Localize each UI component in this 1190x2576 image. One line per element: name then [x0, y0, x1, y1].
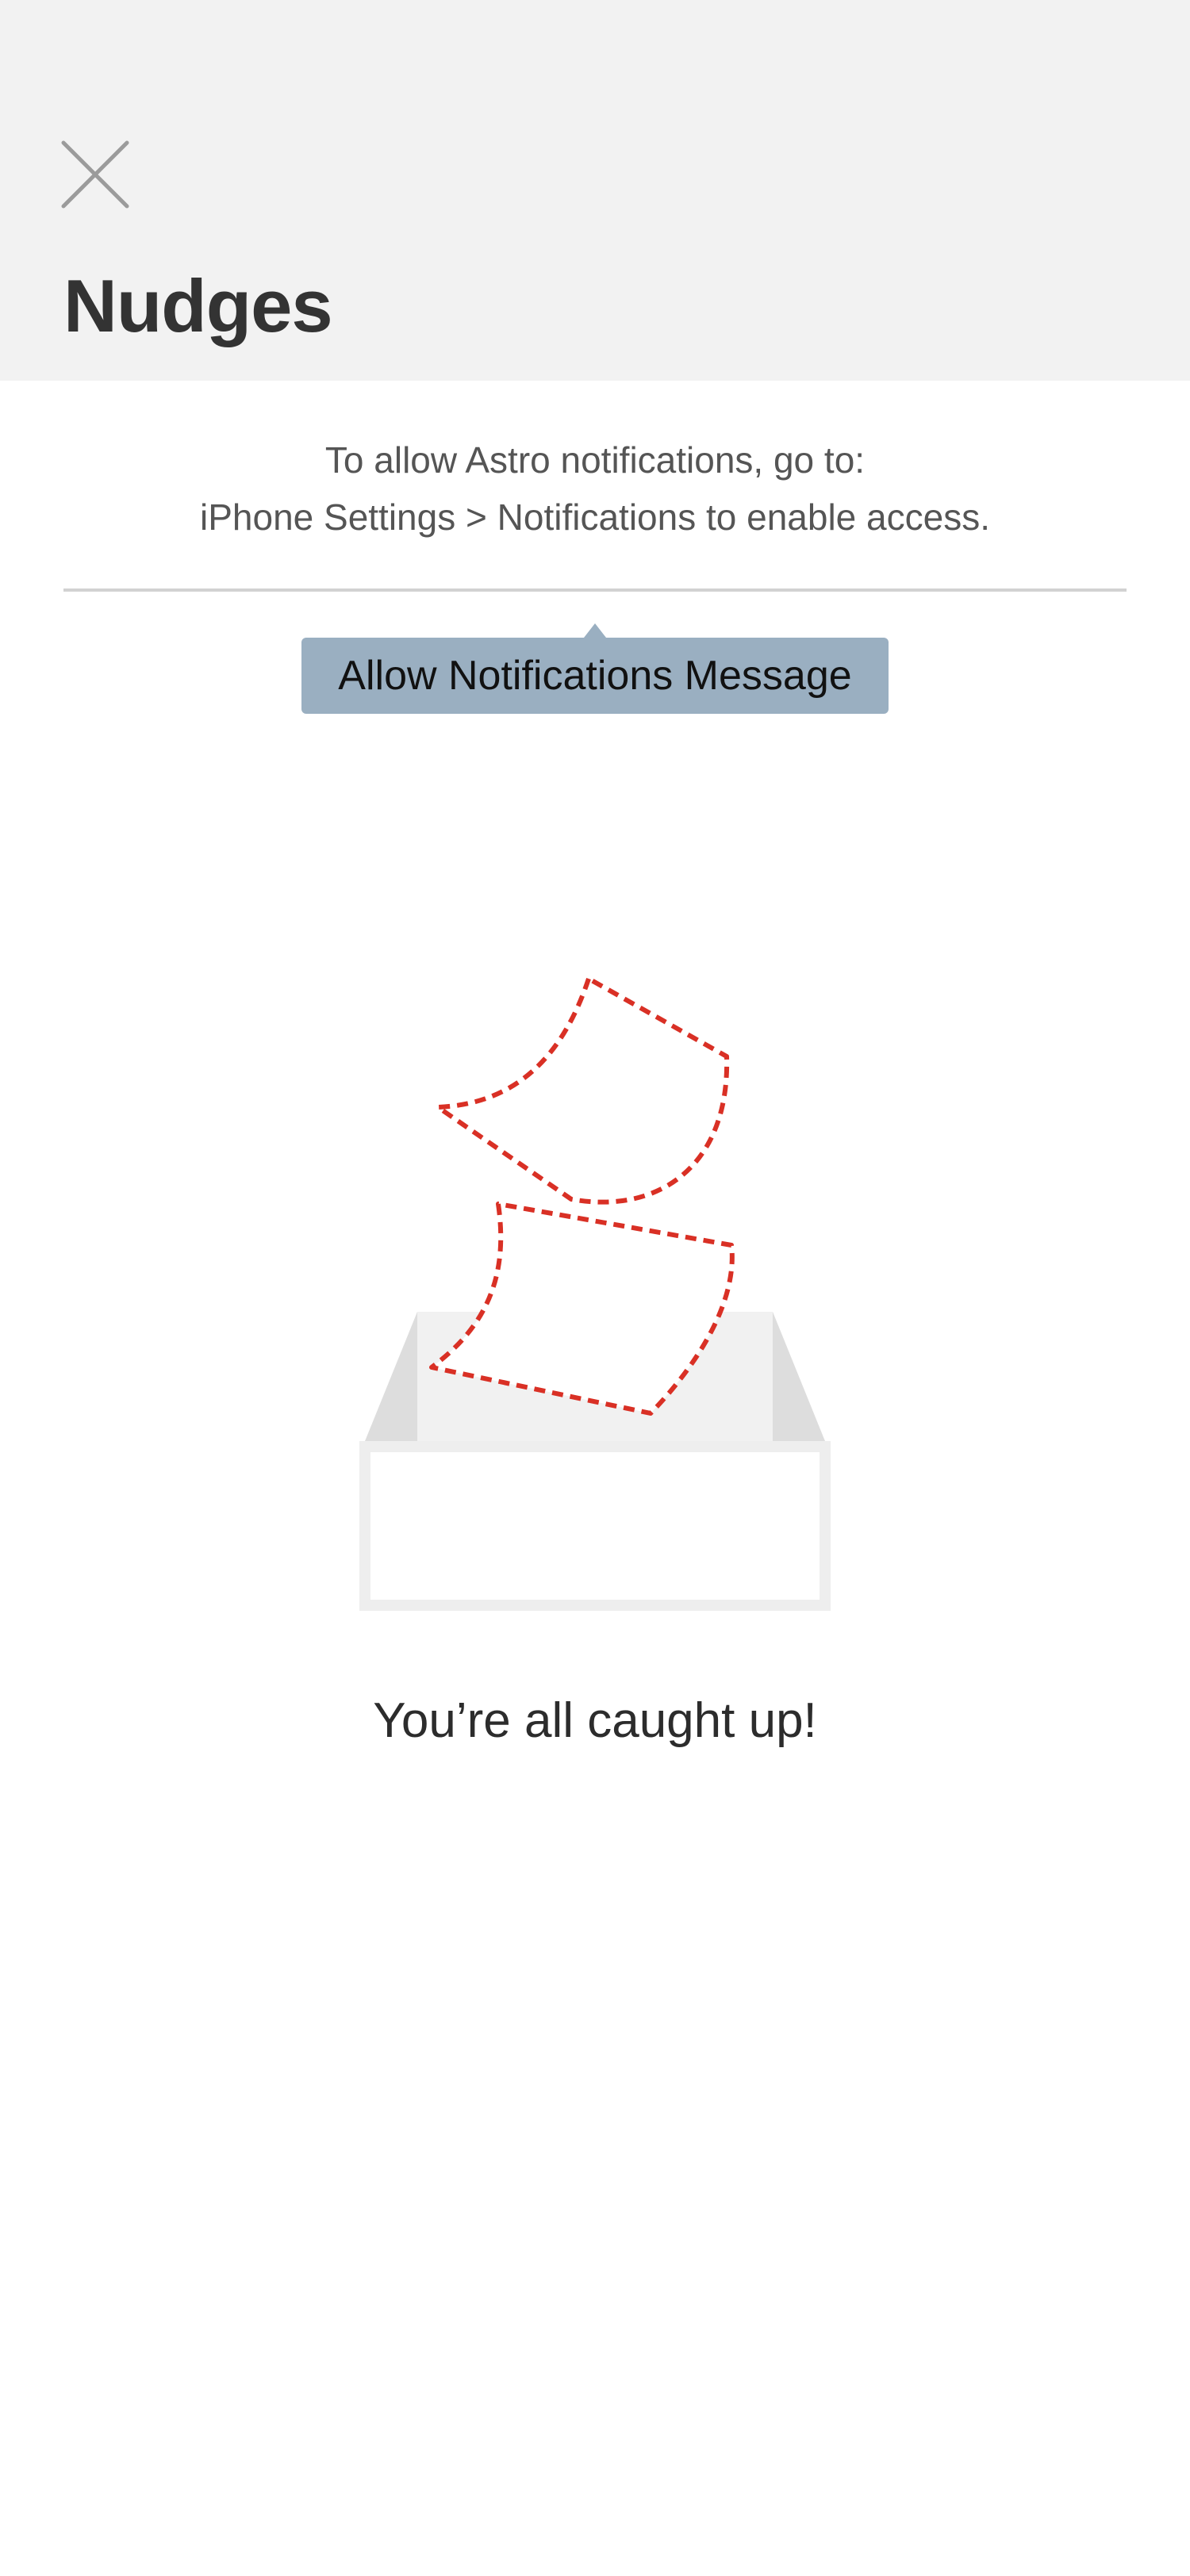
page-title: Nudges [63, 264, 333, 347]
empty-inbox-illustration [349, 968, 841, 1622]
divider [63, 588, 1127, 592]
close-button[interactable] [57, 136, 133, 213]
instructions-line-2: iPhone Settings > Notifications to enabl… [200, 496, 990, 538]
close-icon [61, 140, 129, 209]
allow-notifications-tooltip[interactable]: Allow Notifications Message [301, 638, 889, 714]
empty-state-message: You’re all caught up! [373, 1693, 817, 1748]
header-bar: Nudges [0, 0, 1190, 381]
instructions-line-1: To allow Astro notifications, go to: [324, 439, 866, 481]
tooltip-arrow [584, 623, 606, 638]
notification-instructions: To allow Astro notifications, go to: iPh… [0, 431, 1190, 546]
paper-upper [436, 976, 730, 1205]
empty-inbox-icon [359, 976, 831, 1611]
tray-front [359, 1441, 831, 1611]
